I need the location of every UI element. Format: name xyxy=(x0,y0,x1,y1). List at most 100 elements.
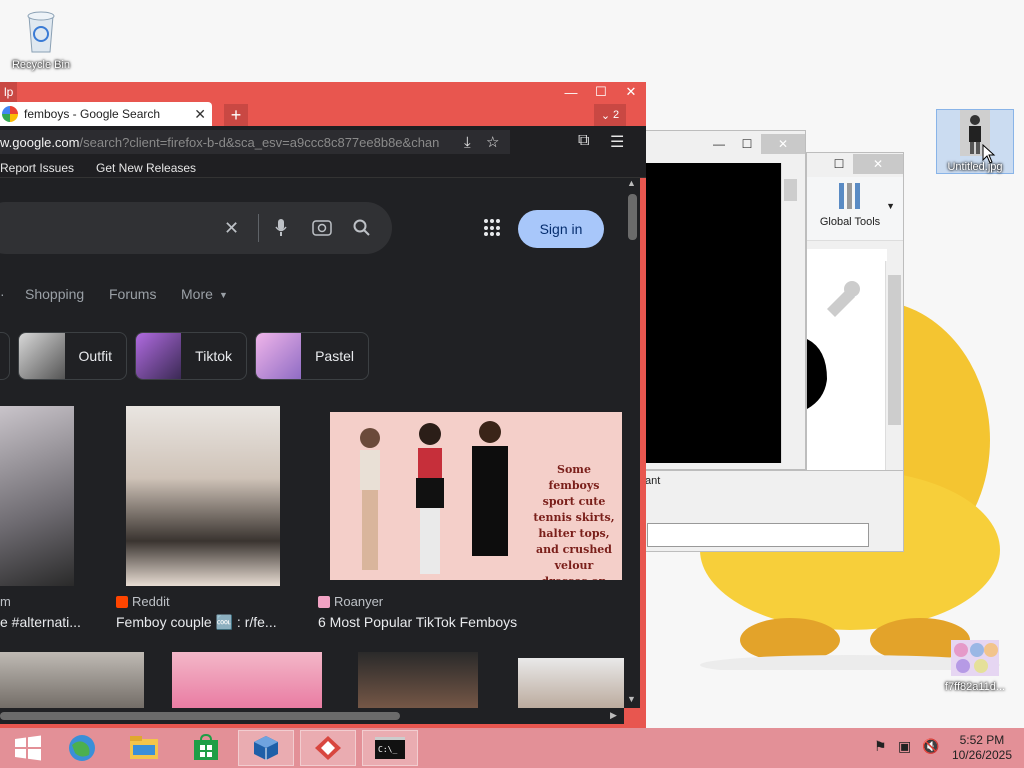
minimize-button[interactable]: — xyxy=(556,82,586,102)
scroll-down-icon[interactable]: ▼ xyxy=(627,694,636,704)
reddit-favicon-icon xyxy=(116,595,128,608)
result-image[interactable] xyxy=(518,658,624,708)
close-tab-icon[interactable]: ✕ xyxy=(194,106,206,123)
windows-logo-icon xyxy=(15,735,41,761)
window-titlebar[interactable]: — ☐ ✕ xyxy=(641,131,805,157)
ribbon-dropdown-icon[interactable]: ▼ xyxy=(886,201,895,211)
cube-icon xyxy=(254,736,278,760)
result-image[interactable] xyxy=(0,652,144,708)
page-horizontal-scrollbar[interactable]: ▶ xyxy=(0,708,624,724)
untitled-jpg-label: Untitled.jpg xyxy=(947,161,1003,173)
recycle-bin-icon[interactable]: Recycle Bin xyxy=(2,6,80,71)
tab-list-button[interactable]: ⌄ 2 xyxy=(594,104,626,126)
close-button[interactable]: ✕ xyxy=(853,154,903,174)
clock-time: 5:52 PM xyxy=(959,733,1005,747)
scrollbar-thumb[interactable] xyxy=(888,275,901,425)
result-image[interactable] xyxy=(0,406,74,586)
scrollbar-thumb[interactable] xyxy=(784,179,797,201)
chip-partial[interactable] xyxy=(0,332,10,380)
volume-muted-icon[interactable]: 🔇 xyxy=(922,738,939,755)
search-divider xyxy=(258,214,259,242)
partial-text: ant xyxy=(645,475,661,487)
maximize-button[interactable]: ☐ xyxy=(825,154,853,174)
firefox-window[interactable]: lp — ☐ ✕ femboys - Google Search ✕ + ⌄ 2… xyxy=(0,82,646,732)
filter-more[interactable]: More xyxy=(181,286,213,302)
taskbar-file-explorer[interactable] xyxy=(116,730,172,766)
store-bag-icon xyxy=(194,734,218,760)
extensions-icon[interactable]: ⧉ xyxy=(578,132,589,150)
new-tab-button[interactable]: + xyxy=(224,104,248,126)
result-source: Reddit xyxy=(116,594,170,609)
globe-icon xyxy=(69,735,95,761)
filter-shopping[interactable]: Shopping xyxy=(25,286,84,302)
vertical-scrollbar[interactable] xyxy=(781,163,799,463)
background-window-strip xyxy=(640,470,904,552)
window-titlebar[interactable]: ☐ ✕ xyxy=(807,153,903,175)
models-illustration xyxy=(360,421,508,574)
result-image[interactable]: Some femboys sport cute tennis skirts, h… xyxy=(330,412,622,580)
action-center-flag-icon[interactable]: ⚑ xyxy=(874,738,887,755)
chip-thumbnail xyxy=(136,333,182,379)
maximize-button[interactable]: ☐ xyxy=(733,134,761,154)
background-black-window[interactable]: — ☐ ✕ ant xyxy=(640,130,806,487)
sign-in-button[interactable]: Sign in xyxy=(518,210,604,248)
menu-icon[interactable]: ☰ xyxy=(610,132,624,152)
taskbar: C:\_ ⚑ ▣ 🔇 5:52 PM 10/26/2025 xyxy=(0,728,1024,768)
page-vertical-scrollbar[interactable]: ▲ ▼ xyxy=(624,178,640,708)
google-apps-icon[interactable] xyxy=(484,219,502,237)
untitled-jpg-icon[interactable]: Untitled.jpg xyxy=(936,109,1014,174)
more-dropdown-icon: ▼ xyxy=(219,290,228,300)
bookmark-star-icon[interactable]: ☆ xyxy=(486,133,499,151)
url-bar[interactable]: w.google.com/search?client=firefox-b-d&s… xyxy=(0,130,510,154)
taskbar-command-prompt[interactable]: C:\_ xyxy=(362,730,418,766)
search-icon[interactable] xyxy=(353,219,371,237)
taskbar-virtualbox[interactable] xyxy=(238,730,294,766)
tools-icon xyxy=(839,183,860,209)
firefox-titlebar[interactable]: lp — ☐ ✕ xyxy=(0,82,646,102)
microphone-icon[interactable] xyxy=(274,218,288,238)
network-icon[interactable]: ▣ xyxy=(898,738,911,755)
taskbar-firefox-app[interactable] xyxy=(300,730,356,766)
clock-date: 10/26/2025 xyxy=(951,748,1012,762)
filter-forums[interactable]: Forums xyxy=(109,286,156,302)
result-image[interactable] xyxy=(358,652,478,708)
global-tools-button[interactable]: Global Tools xyxy=(817,181,883,228)
minimize-button[interactable]: — xyxy=(705,134,733,154)
bookmarks-bar: Report Issues Get New Releases xyxy=(0,158,646,178)
bookmark-report-issues[interactable]: Report Issues xyxy=(0,161,74,175)
search-input[interactable]: ✕ xyxy=(0,202,392,254)
result-title[interactable]: Femboy couple 🆒 : r/fe... xyxy=(116,614,277,631)
tab-google-search[interactable]: femboys - Google Search ✕ xyxy=(0,102,212,126)
taskbar-ie-app[interactable] xyxy=(54,730,110,766)
scrollbar-thumb[interactable] xyxy=(628,194,637,240)
taskbar-store[interactable] xyxy=(178,730,234,766)
chevron-down-icon: ⌄ xyxy=(600,109,611,122)
roanyer-favicon-icon xyxy=(318,595,330,608)
download-icon[interactable]: ⤓ xyxy=(464,134,471,151)
taskbar-clock[interactable]: 5:52 PM 10/26/2025 xyxy=(952,733,1012,763)
result-source: Roanyer xyxy=(318,594,383,609)
bookmark-get-new-releases[interactable]: Get New Releases xyxy=(96,161,196,175)
maximize-button[interactable]: ☐ xyxy=(586,82,616,102)
start-button[interactable] xyxy=(0,730,56,766)
clear-search-icon[interactable]: ✕ xyxy=(224,218,239,239)
chip-tiktok[interactable]: Tiktok xyxy=(135,332,247,380)
lens-camera-icon[interactable] xyxy=(312,219,332,237)
image-file-label: f7ff82a11d... xyxy=(944,681,1006,693)
terminal-icon: C:\_ xyxy=(375,737,405,759)
scroll-right-icon[interactable]: ▶ xyxy=(610,710,617,721)
close-button[interactable]: ✕ xyxy=(616,82,646,102)
image-collage-icon xyxy=(951,640,999,676)
app-menu-fragment[interactable]: lp xyxy=(0,82,18,102)
result-image[interactable] xyxy=(126,406,280,586)
scrollbar-thumb[interactable] xyxy=(0,712,400,720)
image-file-icon[interactable]: f7ff82a11d... xyxy=(936,640,1014,693)
result-title[interactable]: 6 Most Popular TikTok Femboys xyxy=(318,614,517,630)
chip-pastel[interactable]: Pastel xyxy=(255,332,369,380)
result-image[interactable] xyxy=(172,652,322,708)
text-field[interactable] xyxy=(647,523,869,547)
chip-outfit[interactable]: Outfit xyxy=(18,332,127,380)
scroll-up-icon[interactable]: ▲ xyxy=(627,178,636,188)
close-button[interactable]: ✕ xyxy=(761,134,805,154)
result-title[interactable]: e #alternati... xyxy=(0,614,81,630)
